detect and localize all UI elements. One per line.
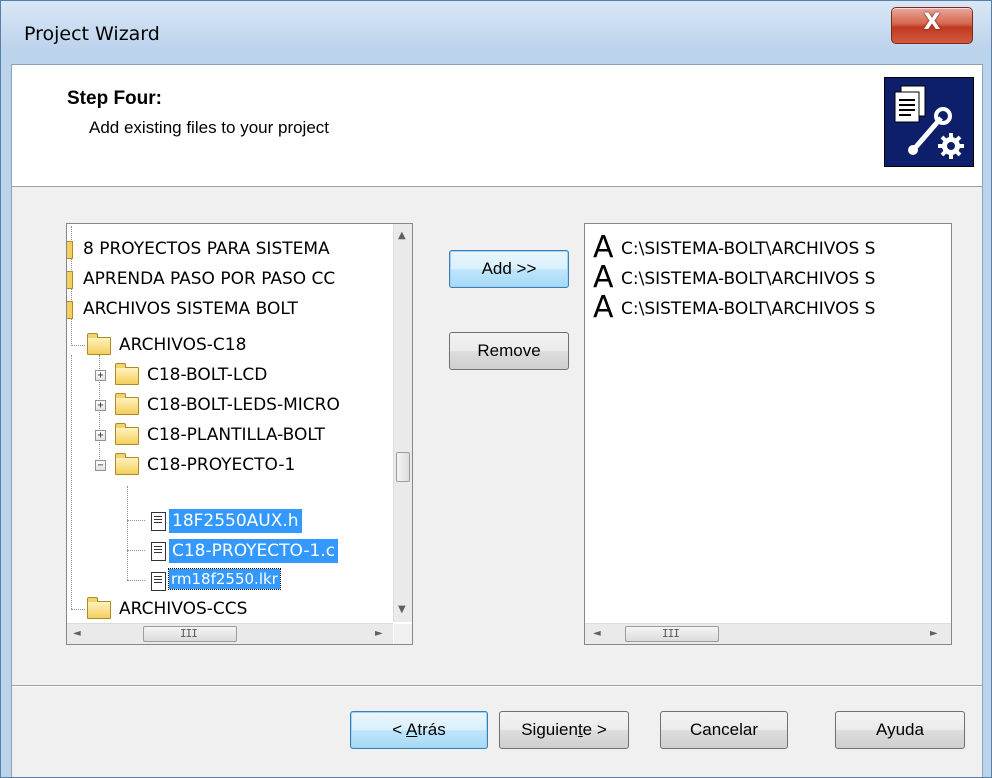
tree-connector [127, 486, 128, 580]
file-icon [151, 542, 166, 561]
project-settings-icon [884, 77, 974, 167]
tree-item-label: C18-PROYECTO-1 [147, 455, 296, 475]
tree-horizontal-scrollbar[interactable]: ◄ III ► [67, 623, 393, 644]
tree-item-label: 18F2550AUX.h [169, 509, 302, 533]
expand-icon[interactable]: + [95, 400, 106, 411]
expand-icon[interactable]: + [95, 370, 106, 381]
scroll-up-icon[interactable]: ▲ [398, 230, 406, 241]
tree-item-label: 8 PROYECTOS PARA SISTEMA [83, 239, 330, 259]
tree-connector [127, 580, 145, 581]
project-wizard-window: Project Wizard X Step Four: Add existing… [0, 0, 992, 778]
tree-item-label: C18-BOLT-LCD [147, 365, 268, 385]
file-path: C:\SISTEMA-BOLT\ARCHIVOS S [621, 269, 876, 289]
add-button[interactable]: Add >> [449, 250, 569, 288]
tree-item-label: ARCHIVOS SISTEMA BOLT [83, 299, 298, 319]
folder-tree-body: 8 PROYECTOS PARA SISTEMA APRENDA PASO PO… [67, 224, 393, 622]
window-title: Project Wizard [24, 23, 160, 45]
font-file-icon: A [593, 290, 614, 325]
close-icon: X [923, 10, 941, 35]
next-button[interactable]: Siguiente > [499, 711, 629, 749]
footer-separator [12, 685, 982, 687]
scroll-right-icon[interactable]: ► [930, 628, 938, 639]
tree-connector [127, 520, 145, 521]
tree-item-label: ARCHIVOS-CCS [119, 599, 248, 619]
file-path: C:\SISTEMA-BOLT\ARCHIVOS S [621, 299, 876, 319]
close-button[interactable]: X [891, 7, 973, 44]
help-button[interactable]: Ayuda [835, 711, 965, 749]
tree-vertical-scroll-thumb[interactable] [396, 452, 410, 482]
collapse-icon[interactable]: − [95, 460, 106, 471]
tree-horizontal-scroll-thumb[interactable]: III [143, 626, 237, 642]
tree-connector [71, 345, 85, 346]
step-subtitle: Add existing files to your project [89, 118, 330, 137]
back-button-rest: trás [417, 720, 446, 739]
tree-item-label: APRENDA PASO POR PASO CC [83, 269, 336, 289]
folder-tree[interactable]: 8 PROYECTOS PARA SISTEMA APRENDA PASO PO… [66, 223, 413, 645]
tree-item-label: C18-PLANTILLA-BOLT [147, 425, 325, 445]
folder-icon [115, 423, 139, 445]
folder-open-icon [115, 453, 139, 475]
folder-icon [67, 271, 73, 289]
expand-icon[interactable]: + [95, 430, 106, 441]
next-button-rest: e > [582, 720, 607, 739]
folder-icon [115, 363, 139, 385]
file-icon [151, 512, 166, 531]
folder-icon [115, 393, 139, 415]
next-button-prefix: Siguien [521, 720, 578, 739]
tree-connector [127, 550, 145, 551]
folder-icon [67, 241, 73, 259]
project-files-list[interactable]: A C:\SISTEMA-BOLT\ARCHIVOS S A C:\SISTEM… [584, 223, 952, 645]
tree-item-label: C18-PROYECTO-1.c [169, 539, 339, 563]
folder-icon [67, 301, 73, 319]
files-horizontal-scroll-thumb[interactable]: III [625, 626, 719, 642]
wizard-client-area: Step Four: Add existing files to your pr… [11, 64, 983, 777]
cancel-button[interactable]: Cancelar [660, 711, 788, 749]
folder-icon [87, 597, 111, 619]
title-bar[interactable]: Project Wizard X [1, 1, 991, 49]
tree-item-label: ARCHIVOS-C18 [119, 335, 247, 355]
tree-vertical-scrollbar[interactable]: ▲ ▼ [393, 224, 412, 622]
tree-connector [71, 355, 72, 609]
step-title: Step Four: [67, 88, 162, 109]
grip-icon: III [662, 627, 680, 640]
scroll-down-icon[interactable]: ▼ [398, 604, 406, 615]
tree-item-label: rm18f2550.lkr [168, 568, 281, 590]
scroll-corner [394, 624, 412, 644]
scroll-left-icon[interactable]: ◄ [593, 628, 601, 639]
tree-item-label: C18-BOLT-LEDS-MICRO [147, 395, 340, 415]
file-icon [151, 572, 166, 591]
file-path: C:\SISTEMA-BOLT\ARCHIVOS S [621, 239, 876, 259]
files-horizontal-scrollbar[interactable]: ◄ III ► [585, 623, 951, 644]
back-button-prefix: < [392, 720, 407, 739]
remove-button[interactable]: Remove [449, 332, 569, 370]
scroll-right-icon[interactable]: ► [375, 628, 383, 639]
tree-connector [71, 609, 85, 610]
scroll-left-icon[interactable]: ◄ [73, 628, 81, 639]
back-button-mnemonic: A [406, 720, 418, 739]
back-button[interactable]: < Atrás [350, 711, 488, 749]
wizard-header: Step Four: Add existing files to your pr… [12, 65, 982, 187]
grip-icon: III [180, 627, 198, 640]
folder-open-icon [87, 333, 111, 355]
